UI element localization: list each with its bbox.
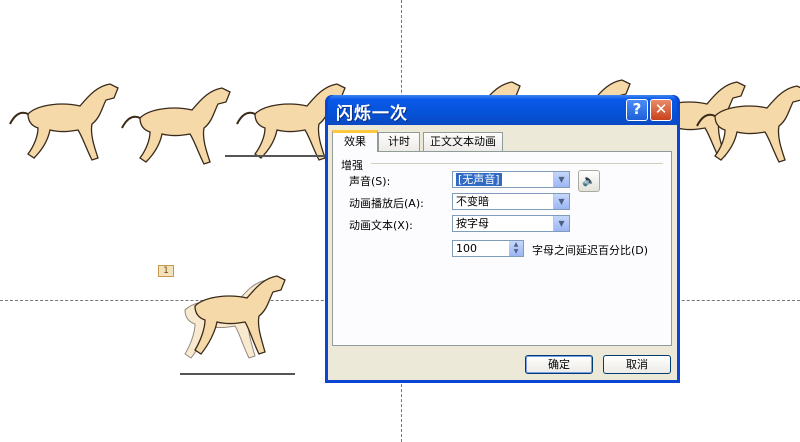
after-animation-select[interactable]: 不变暗 ▼	[452, 193, 570, 210]
delay-value: 100	[456, 242, 477, 255]
dialog-title: 闪烁一次	[336, 104, 408, 124]
close-button[interactable]: ✕	[650, 99, 672, 121]
animation-order-marker[interactable]: 1	[158, 265, 174, 277]
help-button[interactable]: ?	[626, 99, 648, 121]
section-divider	[371, 163, 663, 164]
tab-text-animation[interactable]: 正文文本动画	[423, 132, 503, 151]
ok-button[interactable]: 确定	[525, 355, 593, 374]
horse-animated-image[interactable]	[175, 262, 305, 382]
speaker-icon[interactable]: 🔈	[578, 170, 600, 192]
delay-percent-input[interactable]: 100 ▲ ▼	[452, 240, 524, 257]
tab-timing[interactable]: 计时	[378, 132, 420, 151]
cancel-button[interactable]: 取消	[603, 355, 671, 374]
spinner-arrows-icon[interactable]: ▲ ▼	[509, 241, 523, 256]
chevron-down-icon[interactable]: ▼	[553, 194, 569, 209]
sound-select[interactable]: [无声音] ▼	[452, 171, 570, 188]
sound-value: [无声音]	[456, 173, 502, 186]
after-animation-label: 动画播放后(A):	[349, 197, 424, 210]
sound-label: 声音(S):	[349, 175, 391, 188]
animate-text-label: 动画文本(X):	[349, 219, 413, 232]
delay-label: 字母之间延迟百分比(D)	[532, 244, 649, 257]
after-animation-value: 不变暗	[456, 195, 489, 208]
enhancements-section-title: 增强	[341, 159, 363, 172]
animate-text-select[interactable]: 按字母 ▼	[452, 215, 570, 232]
effect-panel: 增强 声音(S): [无声音] ▼ 🔈 动画播放后(A): 不变暗 ▼ 动画文本…	[332, 151, 672, 346]
tab-effect[interactable]: 效果	[332, 130, 378, 152]
chevron-down-icon[interactable]: ▼	[553, 216, 569, 231]
flicker-once-dialog: 闪烁一次 ? ✕ 效果 计时 正文文本动画 增强 声音(S): [无声音] ▼ …	[325, 95, 680, 383]
chevron-down-icon[interactable]: ▼	[553, 172, 569, 187]
dialog-titlebar[interactable]: 闪烁一次 ? ✕	[328, 95, 677, 125]
dialog-client: 效果 计时 正文文本动画 增强 声音(S): [无声音] ▼ 🔈 动画播放后(A…	[328, 125, 677, 380]
animate-text-value: 按字母	[456, 217, 489, 230]
